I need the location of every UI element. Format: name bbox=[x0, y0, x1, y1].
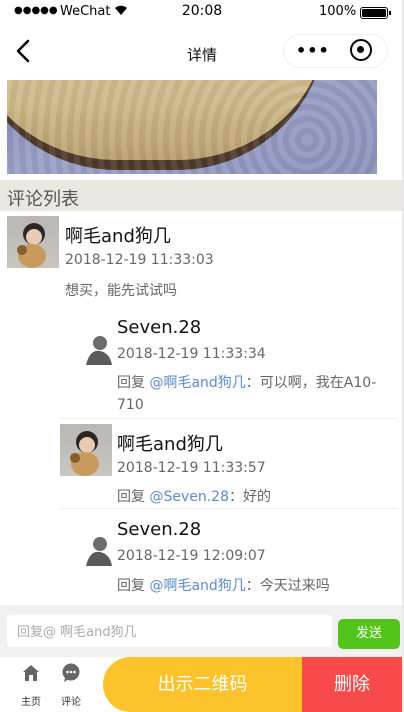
reply-author[interactable]: 啊毛and狗几 bbox=[117, 430, 223, 456]
comment-icon bbox=[61, 663, 81, 683]
show-qr-code-button[interactable]: 出示二维码 bbox=[103, 657, 302, 712]
comment-label: 评论 bbox=[61, 697, 81, 708]
reply-date: 2018-12-19 12:09:07 bbox=[117, 548, 266, 564]
reply-input-bar: 发送 bbox=[0, 605, 404, 657]
reply-field-container bbox=[7, 615, 332, 648]
reply-prefix: 回复 bbox=[117, 375, 145, 391]
reply-text[interactable]: 回复 @Seven.28：好的 bbox=[117, 486, 399, 508]
comment-date: 2018-12-19 11:33:03 bbox=[65, 252, 214, 268]
reply-content: 好的 bbox=[243, 489, 271, 505]
reply-content: 今天过来吗 bbox=[259, 578, 330, 594]
avatar[interactable] bbox=[60, 514, 112, 566]
send-button[interactable]: 发送 bbox=[338, 619, 400, 649]
reply-date: 2018-12-19 11:33:57 bbox=[117, 460, 266, 476]
battery-icon bbox=[360, 7, 391, 19]
reply-text[interactable]: 回复 @啊毛and狗几：今天过来吗 bbox=[117, 575, 399, 597]
comment-author[interactable]: 啊毛and狗几 bbox=[65, 222, 171, 248]
reply-author[interactable]: Seven.28 bbox=[117, 519, 201, 540]
status-bar: ●●●●● WeChat 20:08 100% bbox=[0, 0, 404, 24]
home-icon bbox=[21, 663, 41, 683]
battery-percentage: 100% bbox=[319, 4, 357, 19]
delete-button[interactable]: 删除 bbox=[302, 657, 402, 712]
comment-list-header: 评论列表 bbox=[0, 180, 404, 211]
reply-prefix: 回复 bbox=[117, 578, 145, 594]
reply-input[interactable] bbox=[15, 616, 319, 648]
mention-link[interactable]: @啊毛and狗几 bbox=[149, 578, 245, 594]
mention-link[interactable]: @啊毛and狗几 bbox=[149, 375, 245, 391]
reply-separator: ： bbox=[229, 489, 243, 505]
mention-link[interactable]: @Seven.28 bbox=[149, 489, 229, 505]
close-target-icon[interactable] bbox=[350, 39, 372, 61]
section-title: 评论列表 bbox=[7, 189, 79, 210]
reply-author[interactable]: Seven.28 bbox=[117, 317, 201, 338]
reply-prefix: 回复 bbox=[117, 489, 145, 505]
navigation-bar: 详情 ••• bbox=[0, 24, 404, 80]
reply-date: 2018-12-19 11:33:34 bbox=[117, 346, 266, 362]
divider bbox=[60, 508, 397, 509]
reply-text[interactable]: 回复 @啊毛and狗几：可以啊，我在A10-710 bbox=[117, 372, 399, 416]
comment-tab[interactable]: 评论 bbox=[51, 657, 91, 712]
reply-separator: ： bbox=[245, 578, 260, 594]
home-tab[interactable]: 主页 bbox=[11, 657, 51, 712]
bottom-toolbar: 主页 评论 出示二维码 删除 bbox=[0, 657, 404, 712]
avatar[interactable] bbox=[60, 313, 112, 365]
product-image[interactable] bbox=[7, 80, 377, 174]
divider bbox=[60, 418, 397, 419]
avatar[interactable] bbox=[7, 216, 59, 268]
reply-separator: ： bbox=[245, 375, 260, 391]
comment-text[interactable]: 想买，能先试试吗 bbox=[65, 280, 177, 300]
avatar[interactable] bbox=[60, 424, 112, 476]
more-icon[interactable]: ••• bbox=[296, 41, 330, 60]
home-label: 主页 bbox=[21, 697, 41, 708]
